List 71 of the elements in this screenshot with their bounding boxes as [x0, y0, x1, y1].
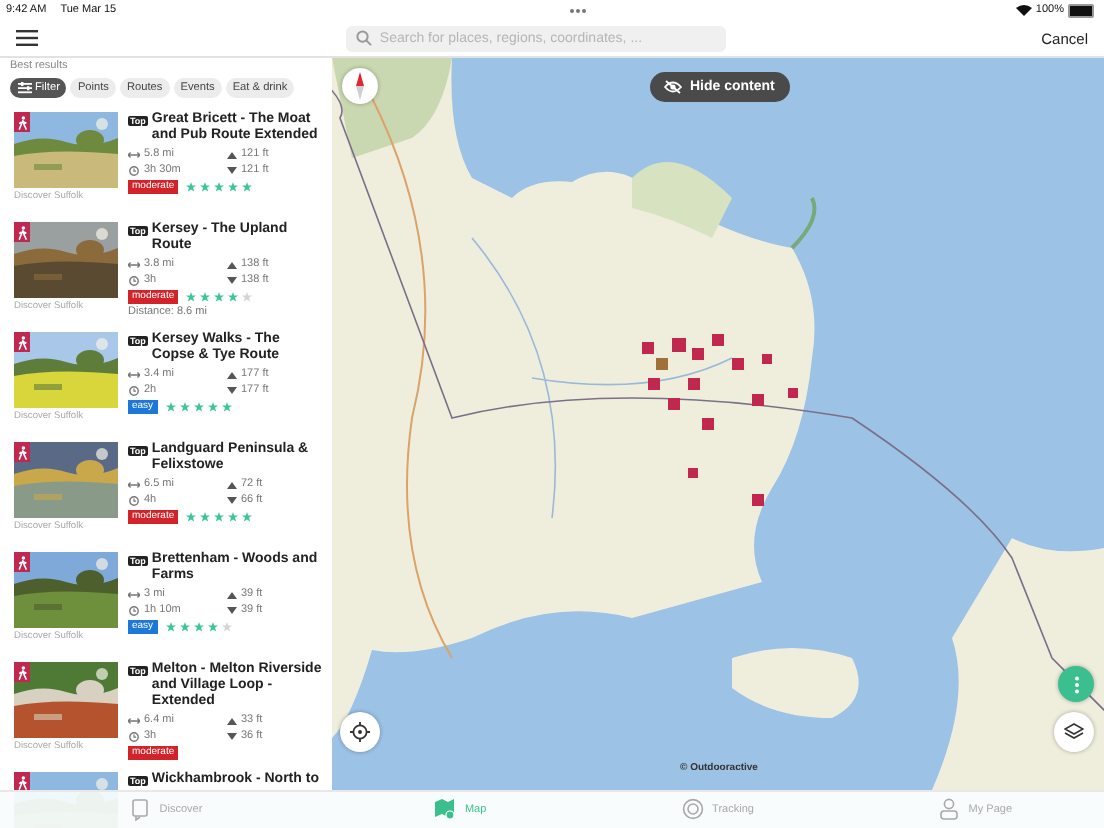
star-icon [221, 622, 232, 632]
clock-icon [128, 275, 140, 285]
eye-off-icon [664, 80, 682, 94]
dots-icon [568, 7, 589, 13]
layers-icon [1064, 722, 1084, 742]
star-icon [200, 182, 211, 192]
hiking-icon [14, 442, 30, 462]
more-icon [1073, 675, 1079, 693]
star-icon [242, 182, 253, 192]
person-icon [938, 798, 961, 822]
star-icon [221, 402, 232, 412]
hiking-icon [14, 552, 30, 572]
ascent-icon [225, 589, 237, 599]
crosshair-icon [350, 722, 370, 742]
star-icon [242, 292, 253, 302]
ascent-icon [225, 149, 237, 159]
target-icon [682, 798, 705, 822]
clock-icon [128, 731, 140, 741]
star-icon [214, 182, 225, 192]
star-icon [186, 512, 197, 522]
star-icon [200, 512, 211, 522]
descent-icon [225, 165, 237, 175]
hiking-icon [14, 222, 30, 242]
star-icon [165, 622, 176, 632]
star-icon [186, 182, 197, 192]
descent-icon [225, 495, 237, 505]
chat-icon [129, 798, 152, 822]
menu-button[interactable] [12, 30, 42, 46]
star-icon [228, 292, 239, 302]
filter-icon [17, 82, 31, 94]
star-icon [214, 512, 225, 522]
ascent-icon [225, 479, 237, 489]
descent-icon [225, 731, 237, 741]
search-icon [356, 30, 372, 46]
descent-icon [225, 605, 237, 615]
distance-icon [128, 369, 140, 379]
ascent-icon [225, 715, 237, 725]
star-icon [228, 512, 239, 522]
distance-icon [128, 479, 140, 489]
distance-icon [128, 149, 140, 159]
star-icon [165, 402, 176, 412]
star-icon [179, 622, 190, 632]
descent-icon [225, 385, 237, 395]
compass-icon [356, 72, 364, 100]
hiking-icon [14, 112, 30, 132]
star-icon [193, 402, 204, 412]
clock-icon [128, 495, 140, 505]
star-icon [242, 512, 253, 522]
ascent-icon [225, 369, 237, 379]
star-icon [207, 622, 218, 632]
wifi-icon [1015, 4, 1032, 16]
descent-icon [225, 275, 237, 285]
distance-icon [128, 259, 140, 269]
clock-icon [128, 605, 140, 615]
map-icon [434, 798, 457, 822]
hiking-icon [14, 332, 30, 352]
clock-icon [128, 165, 140, 175]
distance-icon [128, 589, 140, 599]
star-icon [179, 402, 190, 412]
star-icon [228, 182, 239, 192]
star-icon [193, 622, 204, 632]
menu-icon [16, 30, 38, 46]
hiking-icon [14, 662, 30, 682]
clock-icon [128, 385, 140, 395]
star-icon [214, 292, 225, 302]
ascent-icon [225, 259, 237, 269]
star-icon [207, 402, 218, 412]
distance-icon [128, 715, 140, 725]
star-icon [200, 292, 211, 302]
star-icon [186, 292, 197, 302]
battery-icon [1068, 3, 1094, 17]
